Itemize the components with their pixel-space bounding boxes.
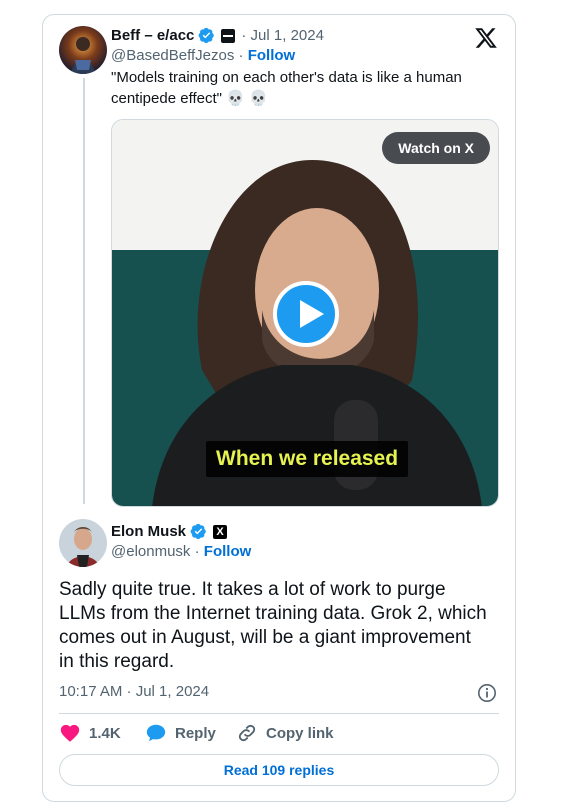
separator: · [234,47,248,64]
copy-link-button[interactable]: Copy link [236,722,334,744]
like-button[interactable]: 1.4K [59,722,121,744]
reply-label: Reply [175,724,216,742]
verified-badge-icon [198,27,215,44]
follow-button-beff[interactable]: Follow [248,47,296,64]
quoted-author-handle[interactable]: @BasedBeffJezos [111,47,234,64]
author-name[interactable]: Elon Musk [111,523,186,540]
quoted-author-row: Beff – e/acc · Jul 1, 2024 [111,27,324,44]
read-replies-button[interactable]: Read 109 replies [59,754,499,786]
reply-button[interactable]: Reply [145,722,216,744]
like-count: 1.4K [89,724,121,742]
affiliation-flag-icon [221,28,236,43]
quoted-tweet-date[interactable]: · Jul 1, 2024 [241,27,324,44]
avatar-beff[interactable] [59,26,107,74]
video-caption: When we released [206,441,409,477]
heart-icon [60,724,80,742]
reply-bubble-icon [146,724,166,742]
copy-link-label: Copy link [266,724,334,742]
link-icon [238,724,256,742]
video-player[interactable]: Watch on X When we released [111,119,499,507]
author-handle-row: @elonmusk · Follow [111,543,251,560]
thread-connector-line [83,78,85,504]
avatar-elon[interactable] [59,519,107,567]
separator: · [190,543,204,560]
x-affiliation-badge: X [213,524,228,539]
tweet-timestamp[interactable]: 10:17 AM · Jul 1, 2024 [59,683,209,700]
skull-emoji: 💀 💀 [226,90,268,107]
quoted-tweet-text: "Models training on each other's data is… [111,67,491,109]
quoted-author-name[interactable]: Beff – e/acc [111,27,194,44]
watch-on-x-button[interactable]: Watch on X [382,132,490,164]
info-icon[interactable] [477,683,497,703]
author-row: Elon Musk X [111,523,228,540]
quoted-author-handle-row: @BasedBeffJezos · Follow [111,47,295,64]
verified-badge-icon [190,523,207,540]
divider [59,713,499,714]
tweet-text: Sadly quite true. It takes a lot of work… [59,579,487,672]
quoted-tweet-body: "Models training on each other's data is… [111,69,462,107]
author-handle[interactable]: @elonmusk [111,543,190,560]
play-icon[interactable] [273,281,339,347]
follow-button-elon[interactable]: Follow [204,543,252,560]
x-logo-icon[interactable] [474,26,498,50]
